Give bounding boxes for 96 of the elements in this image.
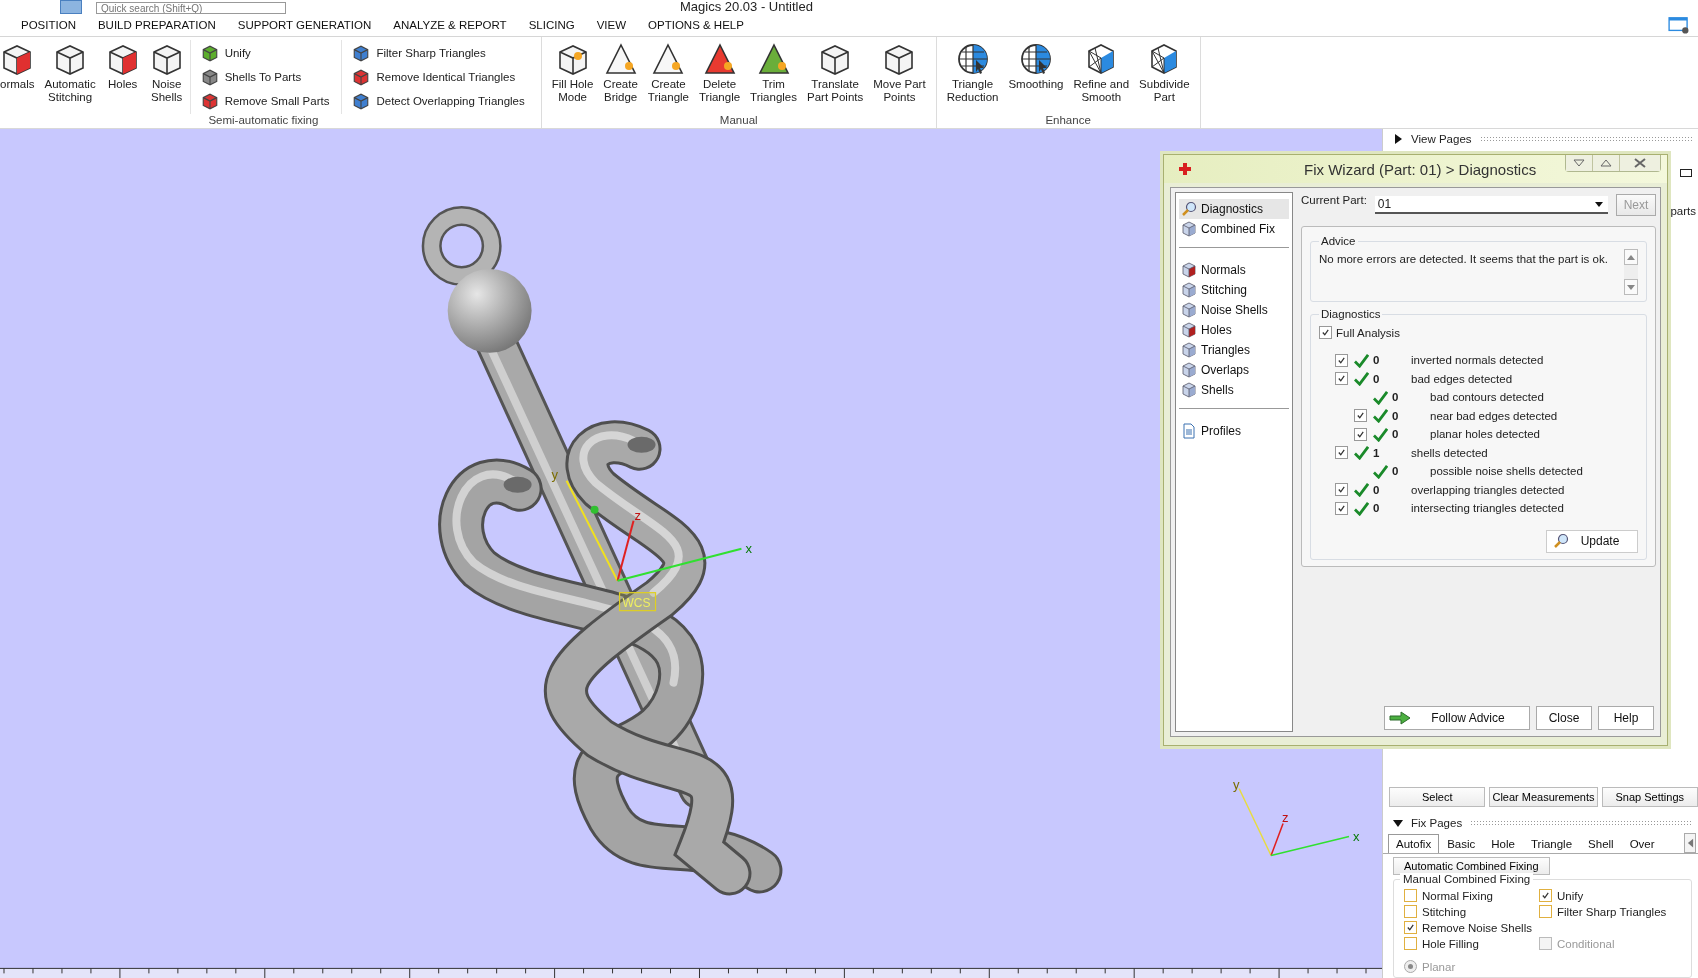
group-title: Manual Combined Fixing (1400, 873, 1534, 885)
count: 0 (1392, 409, 1400, 422)
field-label: Current Part: (1301, 194, 1367, 206)
ribbon-button[interactable]: ormals (0, 40, 39, 114)
group-title: Diagnostics (1320, 308, 1382, 320)
ribbon-button[interactable]: Delete Triangle (695, 40, 745, 114)
diagnostic-label: inverted normals detected (1411, 354, 1544, 367)
ribbon-button[interactable]: Trim Triangles (746, 40, 801, 114)
menu-tab[interactable]: SUPPORT GENERATION (226, 19, 383, 31)
nav-item[interactable]: Triangles (1179, 340, 1289, 360)
ribbon-button[interactable]: Holes (101, 40, 144, 114)
nav-item[interactable]: Profiles (1179, 421, 1289, 441)
diagnostic-label: overlapping triangles detected (1411, 483, 1565, 496)
ribbon-button[interactable]: Automatic Stitching (40, 40, 100, 114)
window-title: Magics 20.03 - Untitled (680, 0, 813, 14)
menu-tab[interactable]: OPTIONS & HELP (637, 19, 755, 31)
count: 0 (1373, 372, 1381, 385)
panel-title: Fix Pages (1411, 817, 1463, 829)
option-checkbox[interactable]: Filter Sharp Triangles (1539, 905, 1691, 918)
automatic-fixing-button[interactable]: Automatic Combined Fixing (1393, 857, 1550, 875)
nav-item[interactable]: Combined Fix (1179, 219, 1289, 239)
ribbon-button[interactable]: Filter Sharp Triangles (352, 42, 525, 64)
ribbon-button[interactable]: Smoothing (1004, 40, 1068, 114)
menu-tab[interactable]: VIEW (585, 19, 638, 31)
ribbon-button[interactable]: Create Bridge (599, 40, 642, 114)
menu-tab[interactable]: BUILD PREPARATION (86, 19, 227, 31)
axis-label: z (1282, 810, 1289, 826)
group-title: Advice (1320, 235, 1357, 247)
nav-item[interactable]: Shells (1179, 380, 1289, 400)
ribbon-button[interactable]: Triangle Reduction (942, 40, 1003, 114)
option-checkbox[interactable]: Hole Filling (1404, 937, 1539, 950)
option-checkbox[interactable]: Remove Noise Shells (1404, 921, 1539, 934)
follow-advice-button[interactable]: Follow Advice (1384, 706, 1530, 730)
count: 0 (1373, 354, 1381, 367)
count: 0 (1392, 465, 1400, 478)
axis-label: y (1233, 776, 1240, 792)
count: 1 (1373, 446, 1381, 459)
ribbon-button[interactable]: Create Triangle (643, 40, 693, 114)
axis-label: z (634, 507, 642, 523)
update-button[interactable]: Update (1546, 529, 1638, 553)
option-checkbox[interactable]: Unify (1539, 889, 1691, 902)
option-checkbox[interactable]: Stitching (1404, 905, 1539, 918)
count: 0 (1392, 428, 1400, 441)
ribbon-button[interactable]: Noise Shells (145, 40, 188, 114)
panel-tab[interactable]: parts (1670, 205, 1698, 217)
menu-tab[interactable]: POSITION (10, 19, 87, 31)
tab[interactable]: Shell (1580, 834, 1622, 853)
origin-label: WCS (618, 592, 657, 612)
ribbon-button[interactable]: Translate Part Points (803, 40, 868, 114)
group-label: Manual (719, 114, 758, 126)
diagnostic-label: shells detected (1411, 446, 1488, 459)
axis-label: x (745, 540, 752, 556)
ribbon-button[interactable]: Detect Overlapping Triangles (352, 90, 525, 112)
panel-button[interactable]: Snap Settings (1601, 787, 1698, 807)
tab[interactable]: Hole (1483, 834, 1523, 853)
group-label: Enhance (1045, 114, 1091, 126)
ribbon-button[interactable]: Fill Hole Mode (547, 40, 598, 114)
nav-item[interactable]: Stitching (1179, 280, 1289, 300)
part-dropdown[interactable]: 01 (1374, 196, 1608, 214)
group-label: Semi-automatic fixing (208, 114, 319, 126)
ribbon-button[interactable]: Remove Identical Triangles (352, 66, 525, 88)
nav-item[interactable]: Overlaps (1179, 360, 1289, 380)
diagnostic-label: possible noise shells detected (1430, 465, 1583, 478)
tab[interactable]: Autofix (1388, 834, 1440, 853)
count: 0 (1373, 502, 1381, 515)
tab[interactable]: Triangle (1522, 834, 1581, 853)
axis-label: y (551, 466, 559, 482)
tab[interactable]: Over (1621, 834, 1663, 853)
count: 0 (1373, 483, 1381, 496)
diagnostic-label: bad contours detected (1430, 391, 1544, 404)
ribbon-button[interactable]: Refine and Smooth (1069, 40, 1134, 114)
nav-item[interactable]: Noise Shells (1179, 300, 1289, 320)
panel-button[interactable]: Clear Measurements (1489, 787, 1598, 807)
panel-title: View Pages (1411, 133, 1472, 145)
axis-label: x (1353, 829, 1360, 845)
diagnostic-label: near bad edges detected (1430, 409, 1558, 422)
tab[interactable]: Basic (1439, 834, 1484, 853)
ribbon-button[interactable]: Move Part Points (869, 40, 930, 114)
ribbon-button[interactable]: Shells To Parts (200, 66, 330, 88)
panel-button[interactable]: Select (1389, 787, 1486, 807)
count: 0 (1392, 391, 1400, 404)
dialog-button[interactable]: Help (1598, 706, 1654, 730)
option-checkbox[interactable]: Normal Fixing (1404, 889, 1539, 902)
dialog-button[interactable]: Close (1536, 706, 1592, 730)
nav-item[interactable]: Diagnostics (1179, 199, 1289, 219)
menu-tab[interactable]: SLICING (517, 19, 586, 31)
ribbon-button[interactable]: Remove Small Parts (200, 90, 330, 112)
menu-tab[interactable]: ANALYZE & REPORT (382, 19, 518, 31)
diagnostic-label: planar holes detected (1430, 428, 1540, 441)
search-field[interactable]: Quick search (Shift+Q) (96, 2, 286, 14)
diagnostic-label: intersecting triangles detected (1411, 502, 1564, 515)
ribbon-button[interactable]: Unify (200, 42, 330, 64)
diagnostic-label: bad edges detected (1411, 372, 1513, 385)
ribbon-button[interactable]: Subdivide Part (1135, 40, 1194, 114)
nav-item[interactable]: Holes (1179, 320, 1289, 340)
nav-item[interactable]: Normals (1179, 260, 1289, 280)
